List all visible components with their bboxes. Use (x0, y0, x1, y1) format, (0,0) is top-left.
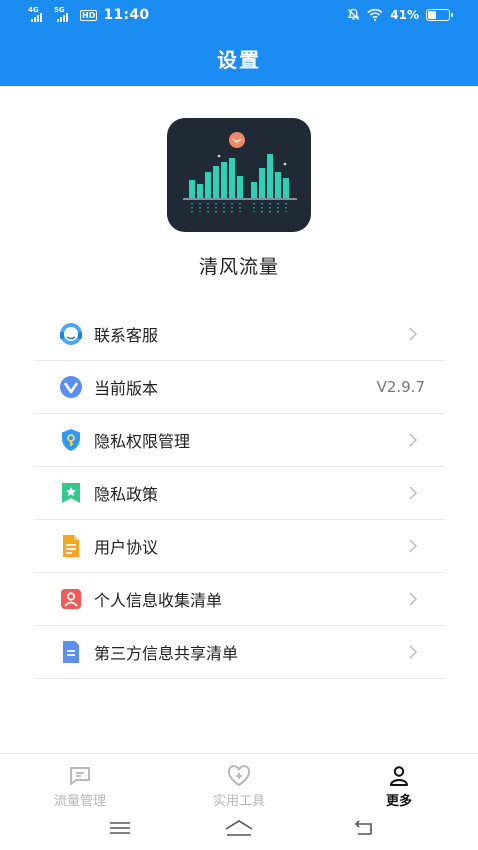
tab-label: 流量管理 (53, 794, 106, 809)
chevron-right-icon (409, 592, 418, 606)
wifi-icon (367, 6, 383, 25)
home-icon[interactable] (224, 816, 254, 840)
menu-item-version[interactable]: 当前版本 V2.9.7 (34, 361, 445, 414)
app-name: 清风流量 (198, 256, 279, 278)
chevron-right-icon (409, 645, 418, 659)
tab-traffic-management[interactable]: 流量管理 (30, 764, 130, 809)
menu-icon[interactable] (105, 816, 135, 840)
chat-box-icon (30, 764, 130, 788)
tab-utilities[interactable]: 实用工具 (189, 764, 289, 809)
heart-plus-icon (189, 764, 289, 788)
status-bar: 4G 5G HD 11:40 41% (0, 0, 478, 30)
tab-more[interactable]: 更多 (349, 764, 449, 809)
menu-item-label: 隐私政策 (94, 485, 159, 504)
bottom-tab-bar: 流量管理 实用工具 更多 (0, 753, 478, 810)
menu-item-personal-info-list[interactable]: 个人信息收集清单 (34, 573, 445, 626)
person-card-icon (58, 586, 84, 612)
menu-item-third-party-sharing-list[interactable]: 第三方信息共享清单 (34, 626, 445, 679)
chevron-right-icon (409, 486, 418, 500)
menu-item-privacy-policy[interactable]: 隐私政策 (34, 467, 445, 520)
battery-percent: 41% (390, 8, 419, 22)
menu-item-label: 当前版本 (94, 379, 159, 398)
page-title: 设置 (217, 48, 261, 72)
settings-menu: 联系客服 当前版本 V2.9.7 隐私权限管理 隐私政策 用户协议 个人信息收集… (34, 308, 445, 679)
hd-badge: HD (80, 9, 98, 21)
list-document-icon (58, 639, 84, 665)
chevron-right-icon (409, 539, 418, 553)
mute-icon (347, 6, 360, 25)
menu-item-label: 个人信息收集清单 (94, 591, 223, 610)
menu-item-privacy-permissions[interactable]: 隐私权限管理 (34, 414, 445, 467)
customer-service-icon (58, 321, 84, 347)
shield-icon (58, 427, 84, 453)
tab-label: 更多 (385, 794, 412, 809)
header: 4G 5G HD 11:40 41% 设置 (0, 0, 478, 86)
document-icon (58, 533, 84, 559)
status-time: 11:40 (103, 7, 150, 23)
menu-item-user-agreement[interactable]: 用户协议 (34, 520, 445, 573)
battery-icon (426, 9, 453, 21)
menu-item-label: 联系客服 (94, 326, 159, 345)
version-icon (58, 374, 84, 400)
menu-item-contact-service[interactable]: 联系客服 (34, 308, 445, 361)
chevron-right-icon (409, 327, 418, 341)
version-value: V2.9.7 (376, 378, 425, 396)
app-logo (167, 118, 311, 232)
menu-item-label: 第三方信息共享清单 (94, 644, 239, 663)
tab-label: 实用工具 (212, 794, 265, 809)
bookmark-star-icon (58, 480, 84, 506)
system-nav-bar (0, 810, 478, 850)
back-icon[interactable] (349, 816, 379, 840)
sim2-signal-icon: 5G (54, 6, 76, 22)
menu-item-label: 隐私权限管理 (94, 432, 191, 451)
sim1-signal-icon: 4G (28, 6, 50, 22)
chevron-right-icon (409, 433, 418, 447)
person-icon (349, 764, 449, 788)
menu-item-label: 用户协议 (94, 538, 159, 557)
